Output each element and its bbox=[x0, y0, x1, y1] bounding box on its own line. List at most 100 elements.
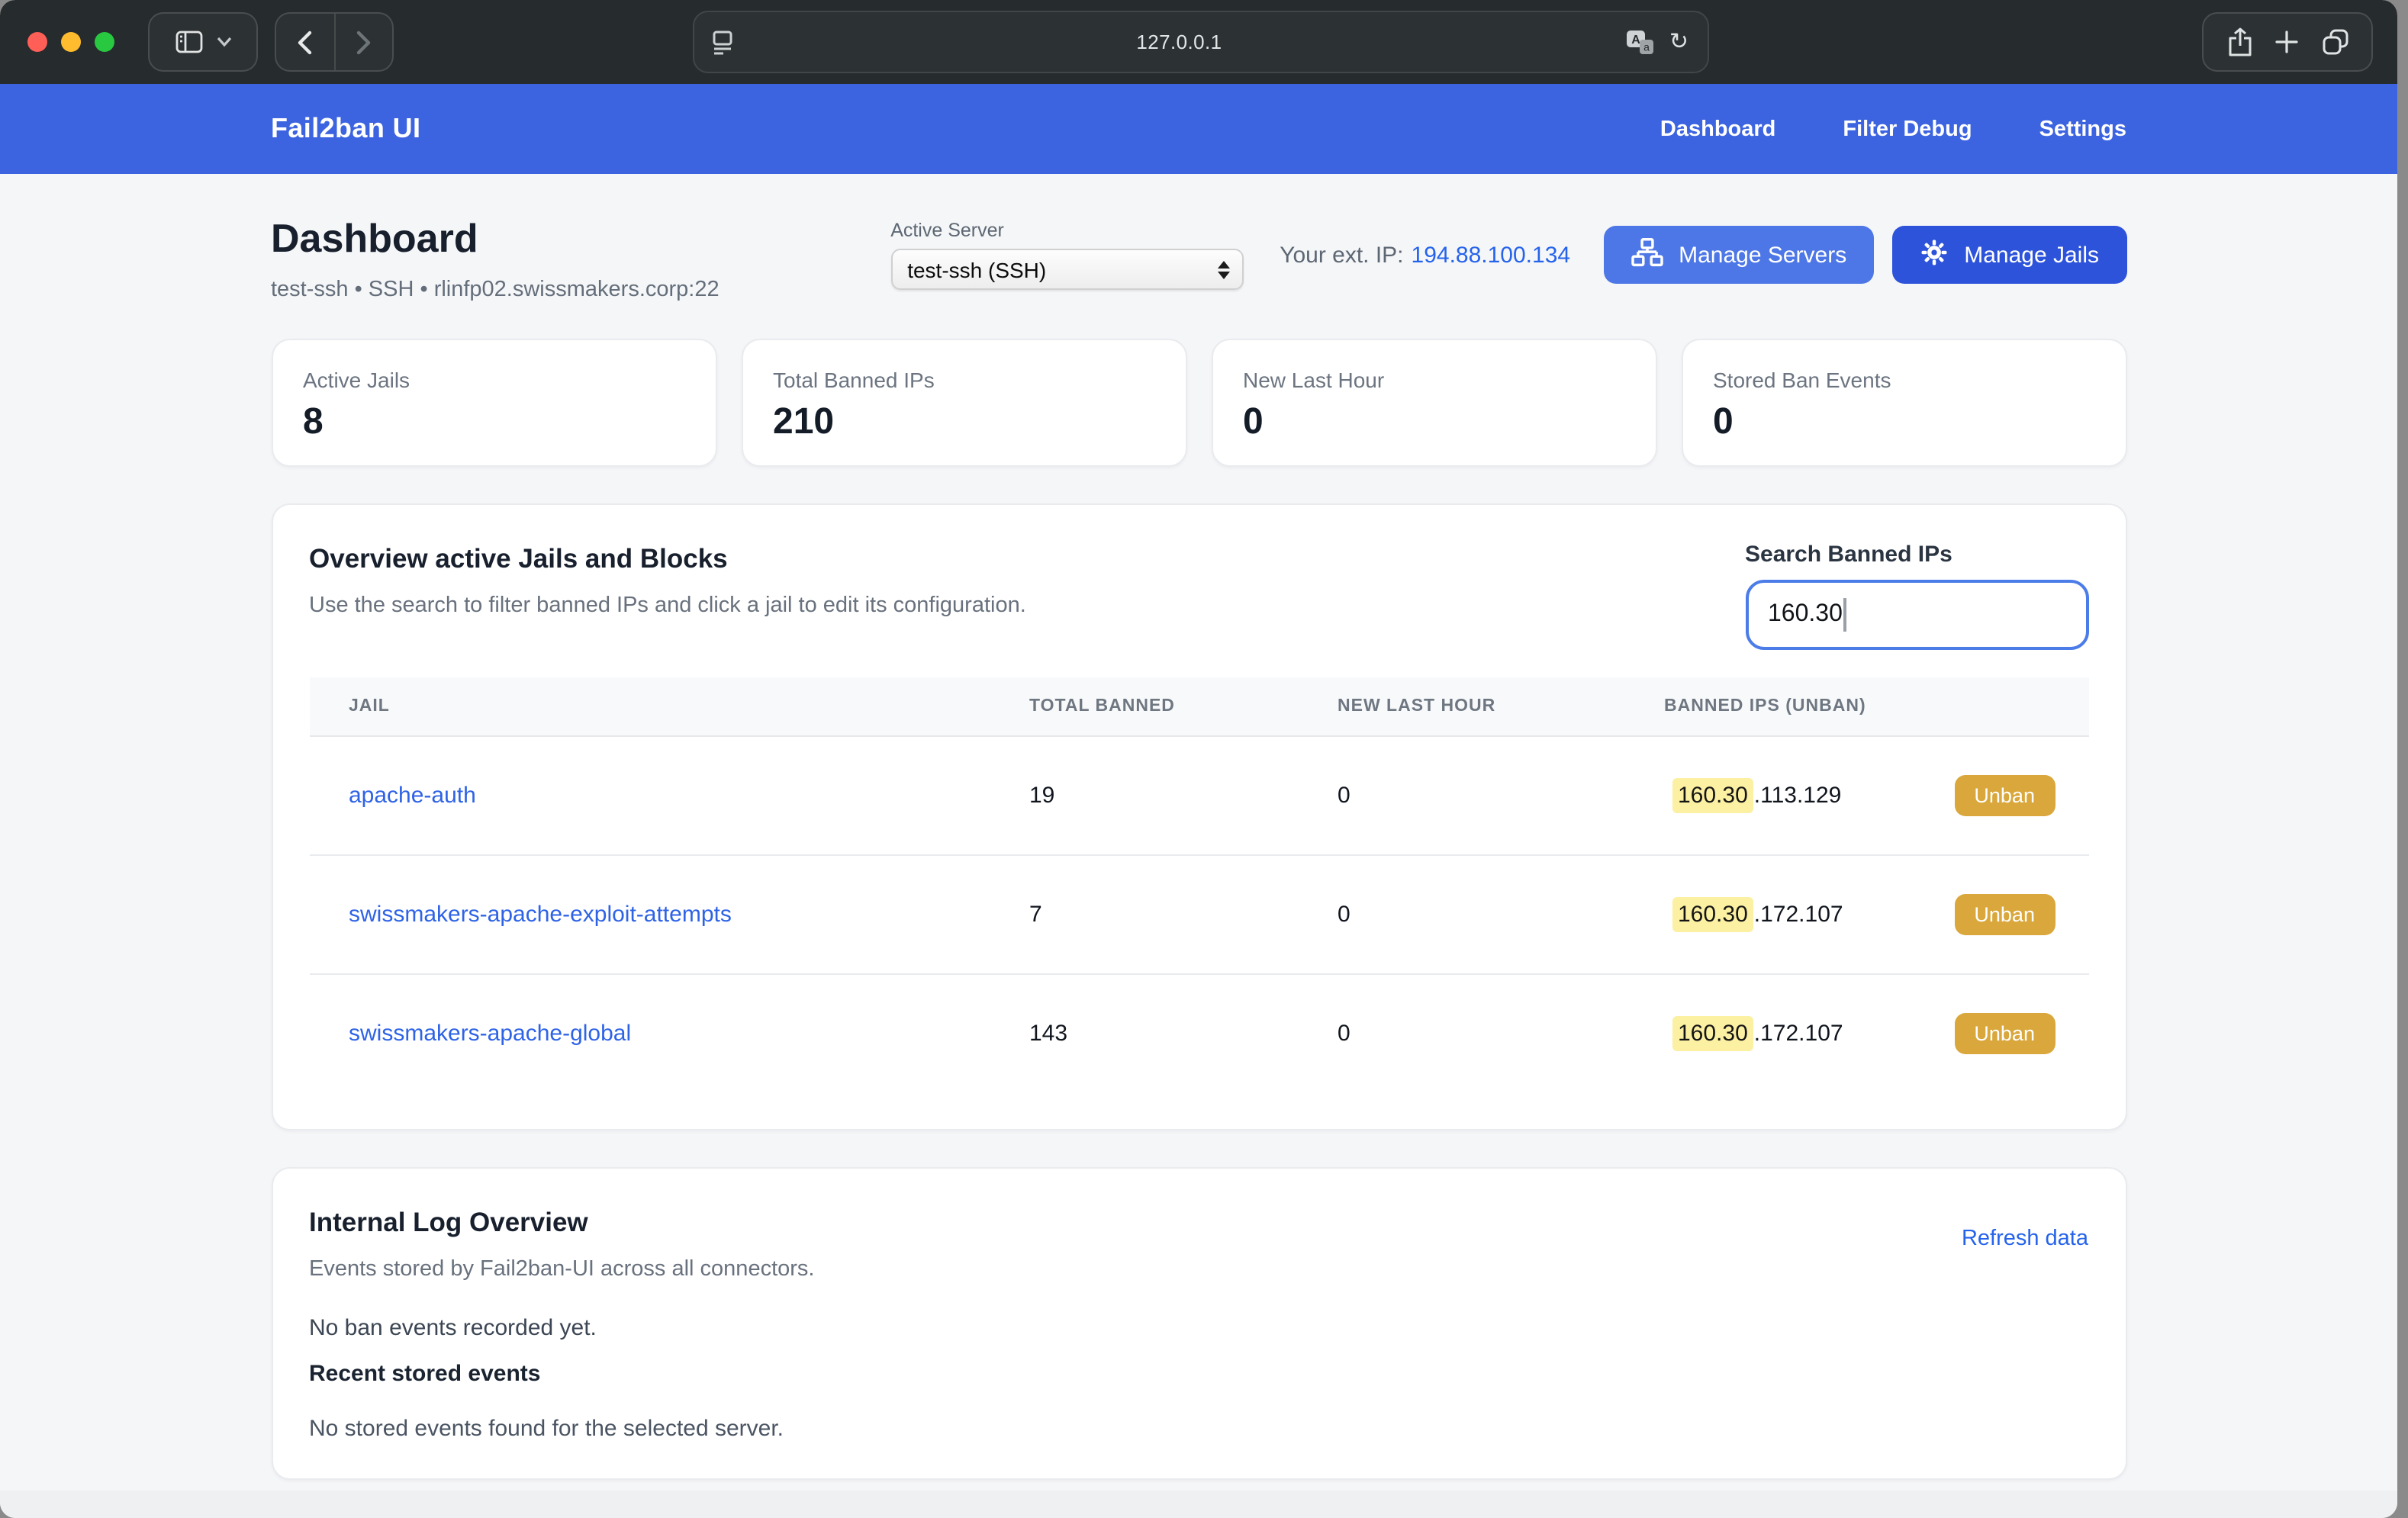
overview-title: Overview active Jails and Blocks bbox=[309, 542, 1026, 575]
reload-icon[interactable]: ↻ bbox=[1669, 31, 1688, 53]
stat-card-stored-ban-events: Stored Ban Events 0 bbox=[1681, 339, 2126, 467]
log-subtitle: Events stored by Fail2ban-UI across all … bbox=[309, 1257, 814, 1282]
stat-label: Total Banned IPs bbox=[773, 368, 1154, 392]
active-server-label: Active Server bbox=[890, 220, 1243, 241]
nav-link-settings[interactable]: Settings bbox=[2039, 117, 2126, 141]
unban-button[interactable]: Unban bbox=[1954, 1013, 2055, 1054]
forward-button[interactable] bbox=[335, 14, 392, 70]
column-header-new-last-hour: NEW LAST HOUR bbox=[1338, 677, 1664, 736]
fullscreen-window-button[interactable] bbox=[95, 32, 114, 52]
table-row: apache-auth 19 0 160.30.113.129 Unban bbox=[309, 736, 2088, 855]
refresh-data-link[interactable]: Refresh data bbox=[1962, 1227, 2088, 1251]
total-banned-cell: 7 bbox=[1029, 855, 1338, 974]
banned-ip: 160.30.172.107 bbox=[1672, 1021, 1843, 1047]
window-controls bbox=[27, 32, 114, 52]
overview-title-block: Overview active Jails and Blocks Use the… bbox=[309, 542, 1026, 618]
nav-links: Dashboard Filter Debug Settings bbox=[1660, 117, 2126, 141]
back-chevron-icon bbox=[297, 30, 314, 54]
column-header-total-banned: TOTAL BANNED bbox=[1029, 677, 1338, 736]
gear-icon bbox=[1920, 237, 1949, 272]
unban-button[interactable]: Unban bbox=[1954, 894, 2055, 935]
svg-text:A: A bbox=[1631, 33, 1640, 46]
app-brand[interactable]: Fail2ban UI bbox=[271, 113, 420, 145]
jails-table: JAIL TOTAL BANNED NEW LAST HOUR BANNED I… bbox=[309, 677, 2088, 1092]
stat-label: Stored Ban Events bbox=[1713, 368, 2094, 392]
stat-label: Active Jails bbox=[303, 368, 684, 392]
log-title: Internal Log Overview bbox=[309, 1205, 814, 1239]
translate-icon[interactable]: A a bbox=[1627, 30, 1654, 54]
total-banned-cell: 143 bbox=[1029, 974, 1338, 1092]
external-ip-label: Your ext. IP: bbox=[1280, 242, 1403, 268]
stat-card-new-last-hour: New Last Hour 0 bbox=[1211, 339, 1656, 467]
back-button[interactable] bbox=[276, 14, 335, 70]
reader-icon[interactable] bbox=[712, 30, 732, 54]
manage-servers-label: Manage Servers bbox=[1679, 242, 1846, 268]
manage-servers-button[interactable]: Manage Servers bbox=[1604, 226, 1874, 284]
new-tab-icon[interactable] bbox=[2275, 31, 2298, 53]
external-ip-value[interactable]: 194.88.100.134 bbox=[1412, 242, 1571, 268]
no-stored-events-text: No stored events found for the selected … bbox=[309, 1416, 2088, 1442]
address-bar[interactable]: 127.0.0.1 A a ↻ bbox=[692, 11, 1708, 73]
internal-log-card: Internal Log Overview Events stored by F… bbox=[271, 1167, 2126, 1480]
column-header-jail: JAIL bbox=[309, 677, 1029, 736]
search-banned-ips-input[interactable]: 160.30 bbox=[1745, 580, 2088, 650]
browser-window: 127.0.0.1 A a ↻ bbox=[0, 0, 2397, 1518]
select-stepper-icon bbox=[1217, 260, 1232, 278]
ip-search-highlight: 160.30 bbox=[1672, 897, 1754, 932]
table-header-row: JAIL TOTAL BANNED NEW LAST HOUR BANNED I… bbox=[309, 677, 2088, 736]
active-server-select[interactable]: test-ssh (SSH) bbox=[890, 249, 1243, 290]
jail-link[interactable]: apache-auth bbox=[349, 783, 476, 809]
ip-search-highlight: 160.30 bbox=[1672, 778, 1754, 813]
banned-ip: 160.30.172.107 bbox=[1672, 902, 1843, 928]
stats-row: Active Jails 8 Total Banned IPs 210 New … bbox=[271, 339, 2126, 467]
jails-overview-card: Overview active Jails and Blocks Use the… bbox=[271, 503, 2126, 1130]
sidebar-toggle-button[interactable] bbox=[148, 12, 258, 72]
forward-chevron-icon bbox=[356, 30, 372, 54]
search-value: 160.30 bbox=[1768, 601, 1843, 629]
stat-card-total-banned: Total Banned IPs 210 bbox=[741, 339, 1186, 467]
browser-chrome: 127.0.0.1 A a ↻ bbox=[0, 0, 2397, 84]
jail-link[interactable]: swissmakers-apache-global bbox=[349, 1021, 631, 1047]
manage-jails-button[interactable]: Manage Jails bbox=[1892, 226, 2126, 284]
nav-link-dashboard[interactable]: Dashboard bbox=[1660, 117, 1776, 141]
toolbar-button-group bbox=[2202, 12, 2373, 72]
url-text: 127.0.0.1 bbox=[732, 31, 1627, 53]
new-last-hour-cell: 0 bbox=[1338, 736, 1664, 855]
active-server-value: test-ssh (SSH) bbox=[907, 257, 1217, 281]
log-title-block: Internal Log Overview Events stored by F… bbox=[309, 1205, 814, 1282]
new-last-hour-cell: 0 bbox=[1338, 855, 1664, 974]
stat-value: 210 bbox=[773, 401, 1154, 444]
no-ban-events-text: No ban events recorded yet. bbox=[309, 1315, 2088, 1341]
close-window-button[interactable] bbox=[27, 32, 47, 52]
sitemap-icon bbox=[1631, 237, 1663, 272]
history-nav-group bbox=[275, 12, 394, 72]
stat-card-active-jails: Active Jails 8 bbox=[271, 339, 716, 467]
page-title: Dashboard bbox=[271, 214, 720, 262]
window-bottom-strip bbox=[0, 1491, 2397, 1518]
app-navbar: Fail2ban UI Dashboard Filter Debug Setti… bbox=[0, 84, 2397, 174]
text-caret bbox=[1844, 598, 1847, 632]
table-row: swissmakers-apache-exploit-attempts 7 0 … bbox=[309, 855, 2088, 974]
chevron-down-icon bbox=[216, 37, 231, 47]
tabs-overview-icon[interactable] bbox=[2322, 29, 2348, 55]
jail-link[interactable]: swissmakers-apache-exploit-attempts bbox=[349, 902, 732, 928]
sidebar-icon bbox=[175, 31, 202, 53]
new-last-hour-cell: 0 bbox=[1338, 974, 1664, 1092]
share-icon[interactable] bbox=[2227, 27, 2252, 56]
page-title-block: Dashboard test-ssh • SSH • rlinfp02.swis… bbox=[271, 214, 720, 302]
stat-value: 0 bbox=[1243, 401, 1624, 444]
total-banned-cell: 19 bbox=[1029, 736, 1338, 855]
banned-ip: 160.30.113.129 bbox=[1672, 783, 1841, 809]
ip-search-highlight: 160.30 bbox=[1672, 1016, 1754, 1051]
page-subtitle: test-ssh • SSH • rlinfp02.swissmakers.co… bbox=[271, 278, 720, 302]
nav-link-filter-debug[interactable]: Filter Debug bbox=[1843, 117, 1972, 141]
table-row: swissmakers-apache-global 143 0 160.30.1… bbox=[309, 974, 2088, 1092]
search-banned-ips-label: Search Banned IPs bbox=[1745, 542, 2088, 568]
recent-stored-events-title: Recent stored events bbox=[309, 1361, 2088, 1387]
stat-value: 0 bbox=[1713, 401, 2094, 444]
minimize-window-button[interactable] bbox=[61, 32, 81, 52]
column-header-banned-ips: BANNED IPS (UNBAN) bbox=[1664, 677, 2088, 736]
page-body: Dashboard test-ssh • SSH • rlinfp02.swis… bbox=[0, 174, 2397, 1491]
stat-value: 8 bbox=[303, 401, 684, 444]
unban-button[interactable]: Unban bbox=[1954, 775, 2055, 816]
